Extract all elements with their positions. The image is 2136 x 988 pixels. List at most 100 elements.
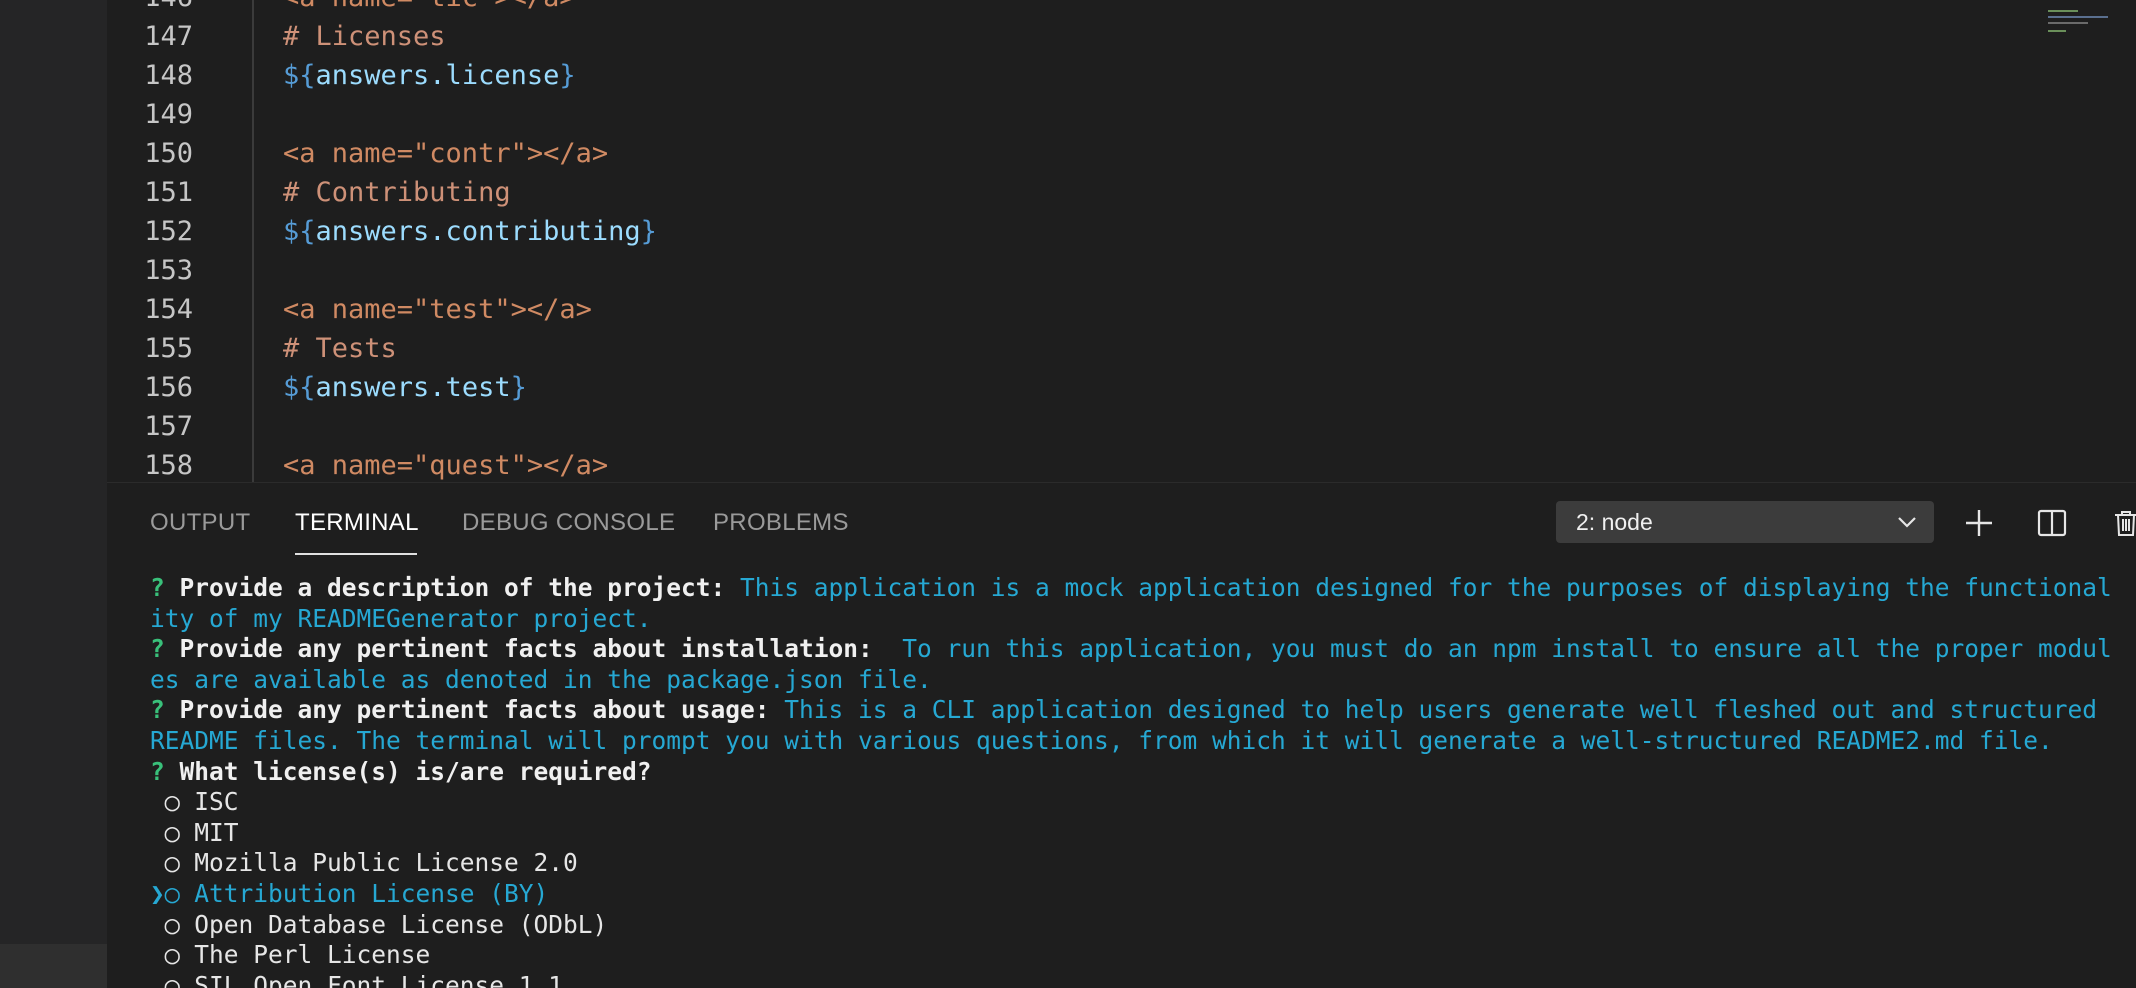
code-text: <a name="tic"></a>: [283, 0, 576, 18]
code-token: }: [510, 372, 527, 403]
code-line[interactable]: 153: [107, 251, 2136, 291]
code-text: <a name="test"></a>: [283, 290, 592, 330]
radio-circle-icon: ◯: [164, 787, 195, 817]
code-line[interactable]: 149: [107, 95, 2136, 135]
line-number: 155: [144, 333, 193, 364]
pointer-icon: [150, 818, 165, 847]
code-text: # Tests: [283, 329, 397, 369]
code-token: }: [559, 60, 576, 91]
tab-debug-console[interactable]: DEBUG CONSOLE: [462, 509, 675, 537]
radio-circle-icon: ◯: [164, 878, 195, 908]
prompt-answer: This application is a mock application d…: [740, 573, 2112, 602]
prompt-question-mark: ?: [150, 634, 180, 664]
minimap[interactable]: [2036, 0, 2136, 60]
terminal-select-dropdown[interactable]: 2: node: [1556, 501, 1934, 543]
code-token: # Contributing: [283, 177, 511, 208]
code-line[interactable]: 150 <a name="contr"></a>: [107, 134, 2136, 174]
terminal-select-value: 2: node: [1576, 509, 1653, 535]
tab-problems[interactable]: PROBLEMS: [713, 509, 849, 537]
radio-circle-icon: ◯: [164, 970, 195, 988]
radio-circle-icon: ◯: [164, 909, 195, 939]
license-option[interactable]: ◯ SIL Open Font License 1.1: [150, 971, 2136, 988]
prompt-question-mark: ?: [150, 695, 180, 725]
license-option[interactable]: ◯ Open Database License (ODbL): [150, 910, 2136, 941]
split-icon[interactable]: [2032, 503, 2072, 543]
line-number: 147: [144, 21, 193, 52]
pointer-icon: ❯: [150, 878, 165, 908]
license-option[interactable]: ❯◯ Attribution License (BY): [150, 879, 2136, 910]
bottom-panel: OUTPUT TERMINAL DEBUG CONSOLE PROBLEMS 2…: [107, 482, 2136, 988]
code-token: ${: [283, 372, 316, 403]
radio-circle-icon: ◯: [164, 817, 195, 847]
pointer-icon: [150, 787, 165, 816]
code-line[interactable]: 147 # Licenses: [107, 17, 2136, 57]
code-line[interactable]: 146 <a name="tic"></a>: [107, 0, 2136, 18]
license-option-label: The Perl License: [194, 940, 431, 970]
prompt-answer: This is a CLI application designed to he…: [784, 695, 2098, 725]
terminal-line: ? Provide a description of the project: …: [150, 573, 2136, 604]
license-option[interactable]: ◯ Mozilla Public License 2.0: [150, 848, 2136, 879]
license-option[interactable]: ◯ The Perl License: [150, 940, 2136, 971]
code-text: <a name="quest"></a>: [283, 446, 608, 482]
code-text: ${answers.contributing}: [283, 212, 657, 252]
plus-icon[interactable]: [1959, 503, 1999, 543]
code-token: }: [640, 216, 657, 247]
chevron-down-icon: [1894, 501, 1920, 543]
code-text: # Contributing: [283, 173, 511, 213]
prompt-answer: es are available as denoted in the packa…: [150, 664, 932, 694]
code-token: answers.contributing: [315, 216, 641, 247]
code-text: # Licenses: [283, 17, 446, 57]
line-number: 150: [144, 138, 193, 169]
terminal-line: es are available as denoted in the packa…: [150, 665, 2136, 696]
line-number: 153: [144, 255, 193, 286]
activity-bar: [0, 0, 107, 988]
terminal-line: ? What license(s) is/are required?: [150, 757, 2136, 788]
tab-terminal[interactable]: TERMINAL: [295, 509, 419, 537]
prompt-answer: ity of my READMEGenerator project.: [150, 603, 652, 633]
code-editor[interactable]: 146<a name="tic"></a> 147 # Licenses148${a…: [107, 0, 2136, 482]
line-number: 151: [144, 177, 193, 208]
prompt-question-mark: ?: [150, 573, 180, 602]
terminal-line: README files. The terminal will prompt y…: [150, 726, 2136, 757]
line-number: 158: [144, 450, 193, 481]
code-token: ${: [283, 216, 316, 247]
prompt-question: Provide a description of the project:: [179, 573, 741, 602]
code-line[interactable]: 158 <a name="quest"></a>: [107, 446, 2136, 482]
license-option-label: SIL Open Font License 1.1: [194, 970, 564, 988]
prompt-answer: To run this application, you must do an …: [887, 634, 2112, 664]
radio-circle-icon: ◯: [164, 848, 195, 878]
code-token: ${: [283, 60, 316, 91]
code-line[interactable]: 154 <a name="test"></a>: [107, 290, 2136, 330]
license-option-label: ISC: [194, 787, 239, 817]
code-token: # Tests: [283, 333, 397, 364]
tab-output[interactable]: OUTPUT: [150, 509, 250, 537]
prompt-question: What license(s) is/are required?: [179, 756, 652, 786]
code-text: ${answers.test}: [283, 368, 527, 408]
prompt-answer: README files. The terminal will prompt y…: [150, 725, 2053, 755]
prompt-question: Provide any pertinent facts about usage:: [179, 695, 785, 725]
code-line[interactable]: 155 # Tests: [107, 329, 2136, 369]
code-line[interactable]: 156 ${answers.test}: [107, 368, 2136, 408]
code-text: ${answers.license}: [283, 56, 576, 96]
code-line[interactable]: 152 ${answers.contributing}: [107, 212, 2136, 252]
activity-bar-item[interactable]: [0, 944, 107, 988]
license-option-label: Mozilla Public License 2.0: [194, 848, 578, 878]
panel-tabs: OUTPUT TERMINAL DEBUG CONSOLE PROBLEMS: [107, 483, 1567, 563]
terminal-output[interactable]: ? Provide a description of the project: …: [150, 573, 2136, 988]
pointer-icon: [150, 848, 165, 877]
prompt-question: Provide any pertinent facts about instal…: [179, 634, 888, 664]
line-number: 152: [144, 216, 193, 247]
license-option-label: Open Database License (ODbL): [194, 909, 608, 939]
trash-icon[interactable]: [2106, 503, 2136, 543]
license-option[interactable]: ◯ MIT: [150, 818, 2136, 849]
active-tab-indicator: [295, 553, 417, 555]
line-number: 149: [144, 99, 193, 130]
license-option[interactable]: ◯ ISC: [150, 787, 2136, 818]
code-line[interactable]: 148 ${answers.license}: [107, 56, 2136, 96]
line-number: 157: [144, 411, 193, 442]
pointer-icon: [150, 940, 165, 969]
pointer-icon: [150, 910, 165, 939]
code-line[interactable]: 157: [107, 407, 2136, 447]
code-line[interactable]: 151 # Contributing: [107, 173, 2136, 213]
terminal-line: ? Provide any pertinent facts about inst…: [150, 634, 2136, 665]
